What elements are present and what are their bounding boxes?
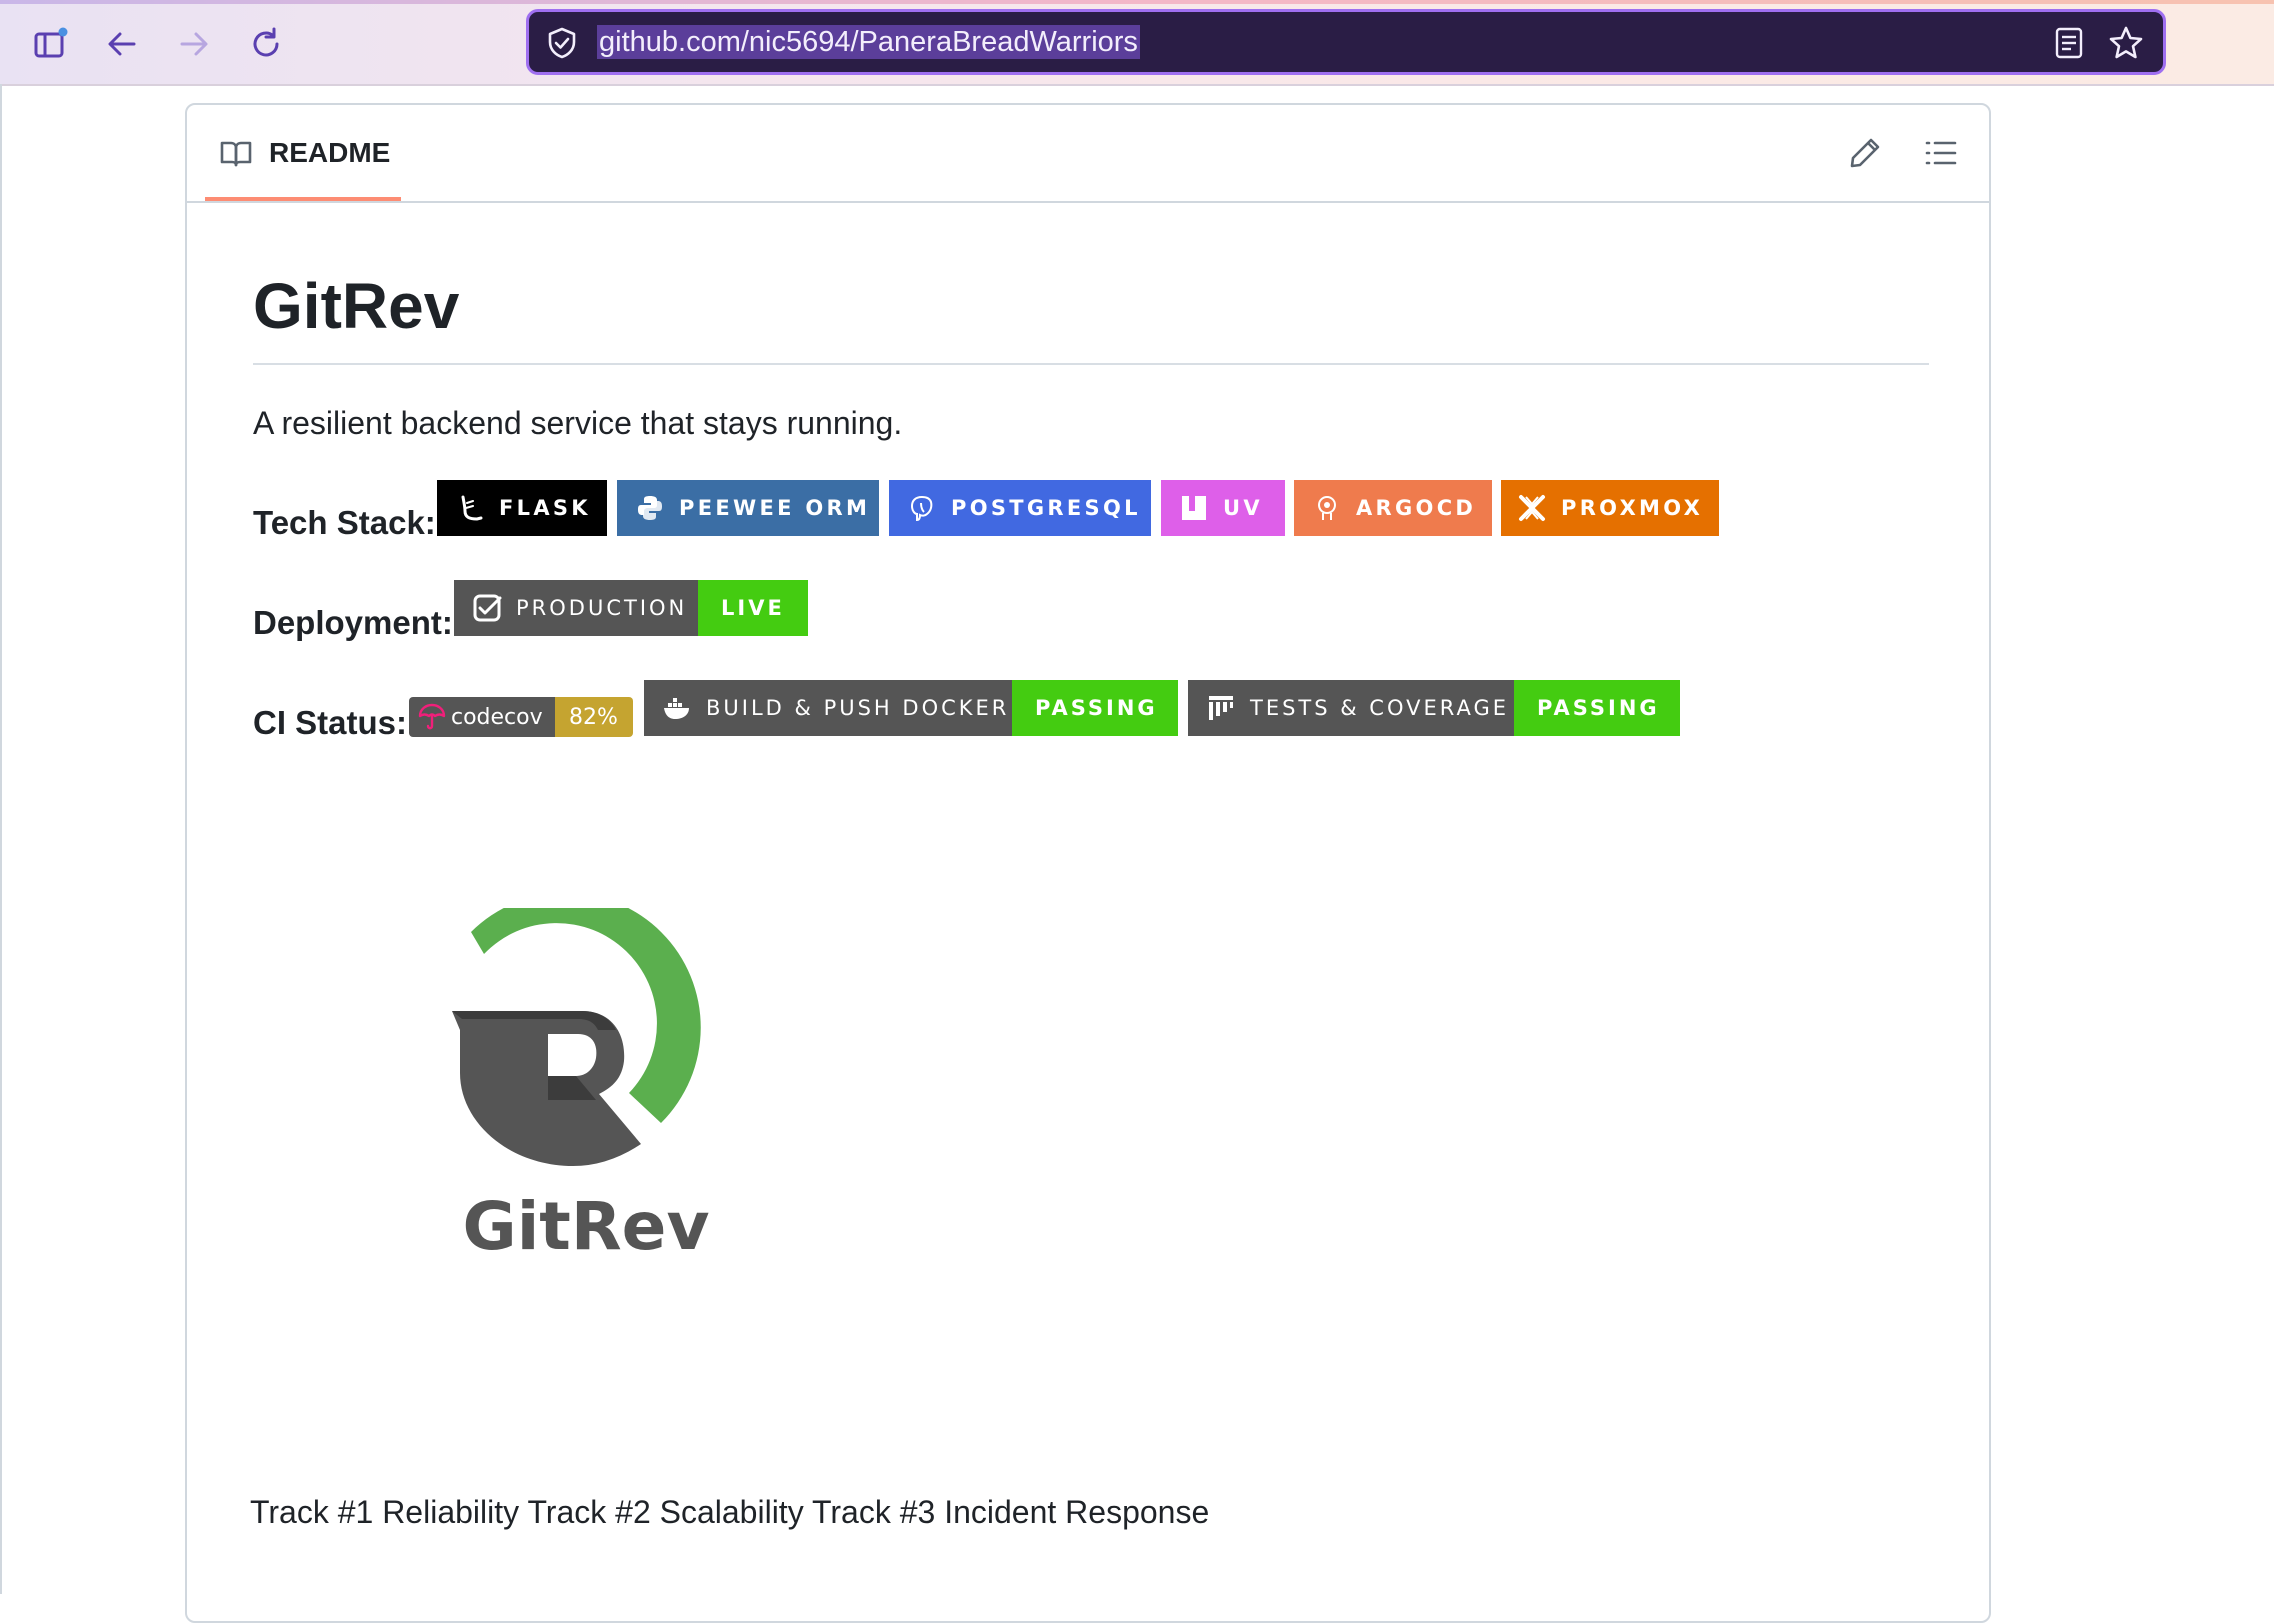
badge-argocd[interactable]: ARGOCD (1294, 480, 1492, 536)
badge-flask-text: FLASK (499, 496, 591, 520)
list-icon[interactable] (1923, 135, 1959, 171)
badge-argocd-text: ARGOCD (1356, 496, 1477, 520)
badge-uv-text: UV (1223, 496, 1263, 520)
badge-postgresql-text: POSTGRESQL (951, 496, 1141, 520)
badge-peewee-text: PEEWEE ORM (679, 496, 871, 520)
postgresql-icon (910, 495, 933, 522)
readme-description: A resilient backend service that stays r… (253, 405, 903, 441)
checkbox-icon (473, 594, 502, 622)
python-icon (638, 496, 662, 520)
badge-production-label: PRODUCTION (516, 596, 688, 620)
back-button[interactable] (98, 20, 146, 68)
badge-docker-status: PASSING (1035, 696, 1158, 720)
toolbar-accent-line (0, 0, 2274, 4)
ci-status-label: CI Status: (253, 704, 408, 741)
reload-button[interactable] (242, 20, 290, 68)
browser-toolbar: github.com/nic5694/PaneraBreadWarriors (0, 0, 2274, 86)
badge-uv[interactable]: UV (1161, 480, 1285, 536)
proxmox-icon (1519, 495, 1545, 521)
badge-tests-label: TESTS & COVERAGE (1250, 696, 1510, 720)
badge-production[interactable]: PRODUCTION LIVE (454, 580, 808, 636)
address-bar[interactable]: github.com/nic5694/PaneraBreadWarriors (526, 9, 2166, 75)
tech-stack-label: Tech Stack: (253, 504, 436, 541)
readme-title: GitRev (253, 263, 1929, 365)
badge-tests-coverage[interactable]: TESTS & COVERAGE PASSING (1188, 680, 1680, 736)
readme-panel: README GitRev A resilient backend servic… (185, 103, 1991, 1623)
badge-tests-status: PASSING (1537, 696, 1660, 720)
docker-icon (664, 698, 689, 719)
readme-header: README (187, 105, 1989, 203)
badge-postgresql[interactable]: POSTGRESQL (889, 480, 1151, 536)
pencil-icon[interactable] (1847, 135, 1883, 171)
badge-docker-label: BUILD & PUSH DOCKER (706, 696, 1010, 720)
sidebar-icon (34, 27, 68, 58)
codecov-umbrella-icon (418, 703, 446, 730)
reader-view-icon[interactable] (2053, 26, 2085, 60)
back-icon (108, 32, 136, 56)
reload-icon (253, 27, 279, 57)
uv-icon (1182, 496, 1206, 520)
forward-icon (180, 32, 208, 56)
shield-icon[interactable] (545, 26, 579, 60)
badge-proxmox[interactable]: PROXMOX (1501, 480, 1719, 536)
readme-tracks: Track #1 Reliability Track #2 Scalabilit… (250, 1494, 1210, 1530)
argocd-icon (1318, 496, 1336, 520)
badge-proxmox-text: PROXMOX (1561, 496, 1704, 520)
readme-tab[interactable]: README (205, 105, 401, 201)
pytest-icon (1209, 696, 1233, 720)
flask-icon (461, 495, 483, 521)
badge-flask[interactable]: FLASK (437, 480, 607, 536)
badge-peewee-orm[interactable]: PEEWEE ORM (617, 480, 879, 536)
readme-tab-label: README (269, 137, 391, 168)
gitrev-logo-text: GitRev (462, 1188, 710, 1265)
forward-button[interactable] (170, 20, 218, 68)
star-icon[interactable] (2107, 24, 2145, 62)
page-left-border (0, 84, 2, 1594)
badge-build-push-docker[interactable]: BUILD & PUSH DOCKER PASSING (644, 680, 1178, 736)
badge-production-status: LIVE (721, 596, 785, 620)
sidebar-toggle-button[interactable] (26, 20, 74, 68)
book-icon (220, 141, 252, 167)
badge-codecov[interactable]: codecov 82% (409, 697, 633, 737)
codecov-percent: 82% (569, 704, 618, 730)
url-text[interactable]: github.com/nic5694/PaneraBreadWarriors (597, 25, 1140, 59)
deployment-label: Deployment: (253, 604, 453, 641)
codecov-label: codecov (451, 704, 543, 730)
